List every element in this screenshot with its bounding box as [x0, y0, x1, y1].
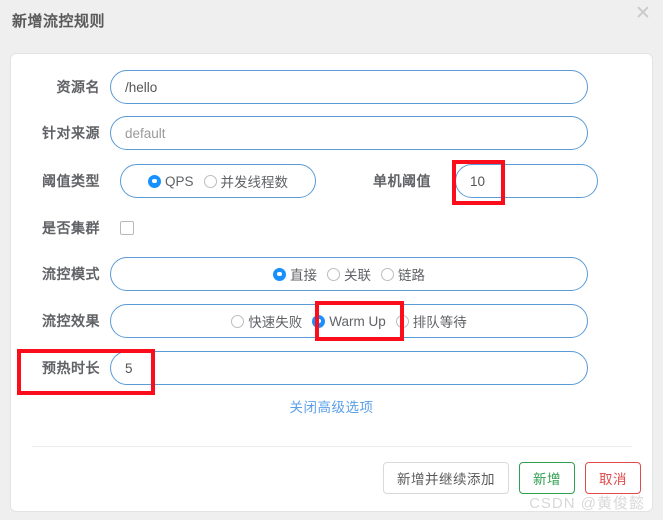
form-row-threshold: 阈值类型 QPS 并发线程数 单机阈值	[0, 164, 663, 198]
radio-dot-icon	[147, 174, 161, 188]
page-title: 新增流控规则	[12, 13, 106, 30]
label-flow-mode: 流控模式	[42, 266, 100, 282]
radio-label: QPS	[164, 173, 194, 189]
radio-label: 排队等待	[412, 315, 467, 330]
form-row-flow-effect: 流控效果 快速失败 Warm Up 排队等待	[0, 304, 663, 338]
radio-flow-effect-warm-up[interactable]: Warm Up	[312, 314, 386, 329]
radio-label: 并发线程数	[220, 175, 289, 190]
label-flow-effect: 流控效果	[42, 313, 100, 329]
single-threshold-input[interactable]	[456, 165, 597, 197]
radio-flow-mode-associate[interactable]: 关联	[327, 264, 371, 284]
radio-label: 关联	[344, 268, 371, 283]
radio-dot-icon	[273, 267, 286, 281]
warm-up-period-field[interactable]	[110, 351, 588, 385]
label-single-threshold: 单机阈值	[373, 173, 431, 189]
radio-label: 快速失败	[248, 315, 303, 330]
radio-flow-mode-direct[interactable]: 直接	[273, 264, 317, 284]
radio-flow-effect-queue[interactable]: 排队等待	[395, 311, 467, 331]
cancel-button[interactable]: 取消	[585, 462, 641, 494]
watermark: CSDN @黄俊懿	[529, 495, 645, 512]
label-limit-app: 针对来源	[42, 125, 100, 141]
form-row-resource: 资源名	[0, 70, 663, 104]
radio-dot-icon	[231, 314, 245, 328]
radio-label: 直接	[290, 268, 317, 283]
radio-dot-icon	[381, 267, 394, 281]
resource-field[interactable]	[110, 70, 588, 104]
limit-app-input[interactable]	[111, 117, 587, 149]
close-icon[interactable]: ✕	[631, 2, 655, 26]
footer-actions: 新增并继续添加 新增 取消	[383, 462, 641, 494]
footer-divider	[32, 446, 632, 447]
form-row-limit-app: 针对来源	[0, 116, 663, 150]
radio-label: 链路	[398, 268, 425, 283]
add-button[interactable]: 新增	[519, 462, 575, 494]
radio-flow-effect-fail-fast[interactable]: 快速失败	[231, 311, 302, 331]
resource-input[interactable]	[111, 71, 587, 103]
label-warm-up-period: 预热时长	[42, 360, 100, 376]
radio-dot-icon	[312, 314, 326, 328]
form-row-warm-up-period: 预热时长	[0, 351, 663, 385]
radio-threshold-qps[interactable]: QPS	[147, 173, 194, 189]
limit-app-field[interactable]	[110, 116, 588, 150]
radio-dot-icon	[395, 314, 409, 328]
form-row-flow-mode: 流控模式 直接 关联 链路	[0, 257, 663, 291]
add-and-continue-button[interactable]: 新增并继续添加	[383, 462, 509, 494]
label-threshold-type: 阈值类型	[42, 173, 100, 189]
radio-dot-icon	[203, 174, 217, 188]
label-resource: 资源名	[56, 79, 100, 95]
radio-flow-mode-chain[interactable]: 链路	[381, 264, 425, 284]
label-is-cluster: 是否集群	[42, 220, 100, 236]
form-row-is-cluster: 是否集群	[0, 211, 663, 245]
threshold-type-group[interactable]: QPS 并发线程数	[120, 164, 316, 198]
radio-dot-icon	[327, 267, 340, 281]
radio-label: Warm Up	[329, 313, 386, 329]
advanced-options-toggle[interactable]: 关闭高级选项	[0, 396, 663, 416]
single-threshold-field[interactable]	[455, 164, 598, 198]
radio-threshold-threads[interactable]: 并发线程数	[203, 171, 289, 191]
flow-effect-group[interactable]: 快速失败 Warm Up 排队等待	[110, 304, 588, 338]
is-cluster-checkbox[interactable]	[120, 221, 134, 235]
warm-up-period-input[interactable]	[111, 352, 587, 384]
flow-mode-group[interactable]: 直接 关联 链路	[110, 257, 588, 291]
